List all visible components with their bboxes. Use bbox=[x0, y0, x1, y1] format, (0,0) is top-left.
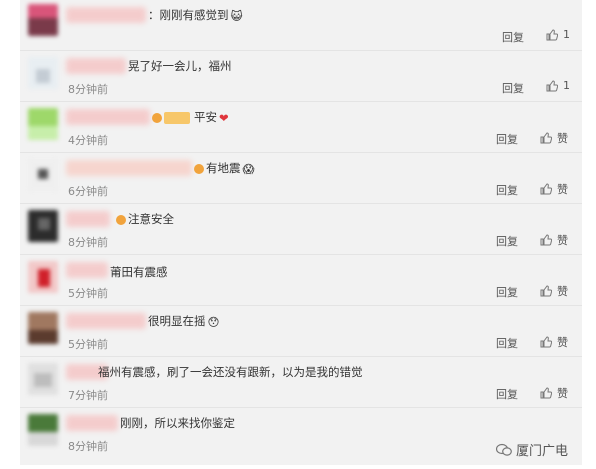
username-blurred[interactable] bbox=[66, 313, 146, 329]
reply-button[interactable]: 回复 bbox=[496, 335, 518, 351]
comment-time: 6分钟前 bbox=[68, 185, 108, 198]
comment-time: 7分钟前 bbox=[68, 389, 108, 402]
like-count: 赞 bbox=[557, 387, 568, 400]
comment-text: 刚刚，所以来找你鉴定 bbox=[120, 414, 235, 432]
comment-text: 很明显在摇 😯 bbox=[148, 312, 220, 331]
like-button[interactable]: 赞 bbox=[540, 130, 568, 146]
comment-time: 5分钟前 bbox=[68, 287, 108, 300]
like-button[interactable]: 1 bbox=[546, 79, 570, 92]
username-blurred[interactable] bbox=[66, 211, 110, 227]
like-count: 赞 bbox=[557, 183, 568, 196]
reply-button[interactable]: 回复 bbox=[502, 29, 524, 45]
level-badge bbox=[164, 111, 190, 124]
avatar[interactable] bbox=[28, 363, 58, 395]
comment-text: 有地震 😱 bbox=[194, 159, 255, 178]
reply-button[interactable]: 回复 bbox=[496, 233, 518, 249]
reply-button[interactable]: 回复 bbox=[496, 386, 518, 402]
comment-body: 福州有震感，刷了一会还没有跟新，以为是我的错觉 bbox=[98, 365, 363, 379]
crown-icon bbox=[194, 163, 204, 174]
like-count: 1 bbox=[563, 28, 570, 41]
like-count: 赞 bbox=[557, 132, 568, 145]
thumbs-up-icon bbox=[540, 336, 552, 348]
comment-body: 刚刚，所以来找你鉴定 bbox=[120, 416, 235, 430]
reply-button[interactable]: 回复 bbox=[496, 284, 518, 300]
wechat-icon bbox=[495, 443, 512, 456]
comment-body: 晃了好一会儿，福州 bbox=[128, 59, 232, 73]
watermark-text: 厦门广电 bbox=[515, 444, 568, 459]
comment-time: 8分钟前 bbox=[68, 83, 108, 96]
crown-icon bbox=[116, 214, 126, 225]
comment-row: 晃了好一会儿，福州 8分钟前 回复 1 bbox=[20, 51, 582, 102]
comment-text: ：刚刚有感觉到 😺 bbox=[148, 6, 243, 25]
comment-list: ：刚刚有感觉到 😺 回复 1 晃了好一会儿，福州 8分钟前 回复 1 平安 ❤ … bbox=[20, 0, 582, 465]
avatar[interactable] bbox=[28, 159, 58, 191]
like-button[interactable]: 赞 bbox=[540, 283, 568, 299]
comment-time: 4分钟前 bbox=[68, 134, 108, 147]
like-button[interactable]: 赞 bbox=[540, 385, 568, 401]
comment-body: 注意安全 bbox=[128, 212, 174, 226]
username-blurred[interactable] bbox=[66, 109, 150, 125]
comment-row: 福州有震感，刷了一会还没有跟新，以为是我的错觉 7分钟前 回复 赞 bbox=[20, 357, 582, 408]
comment-row: ：刚刚有感觉到 😺 回复 1 bbox=[20, 0, 582, 51]
reply-button[interactable]: 回复 bbox=[496, 182, 518, 198]
avatar[interactable] bbox=[28, 261, 58, 293]
heart-emoji-icon: ❤ bbox=[219, 110, 229, 125]
avatar[interactable] bbox=[28, 210, 58, 242]
like-count: 1 bbox=[563, 79, 570, 92]
comment-text: 福州有震感，刷了一会还没有跟新，以为是我的错觉 bbox=[98, 363, 363, 381]
like-button[interactable]: 赞 bbox=[540, 334, 568, 350]
surprised-emoji-icon: 😯 bbox=[207, 314, 220, 329]
username-blurred[interactable] bbox=[66, 7, 146, 23]
comment-body: 平安 bbox=[194, 110, 217, 124]
username-blurred[interactable] bbox=[66, 58, 126, 74]
watermark: 厦门广电 bbox=[495, 440, 568, 459]
avatar[interactable] bbox=[28, 57, 58, 89]
comment-row: 注意安全 8分钟前 回复 赞 bbox=[20, 204, 582, 255]
username-blurred[interactable] bbox=[66, 160, 192, 176]
comment-text: 莆田有震感 bbox=[110, 263, 168, 281]
like-button[interactable]: 赞 bbox=[540, 232, 568, 248]
comment-time: 5分钟前 bbox=[68, 338, 108, 351]
comment-body: 莆田有震感 bbox=[110, 265, 168, 279]
thumbs-up-icon bbox=[540, 132, 552, 144]
like-button[interactable]: 1 bbox=[546, 28, 570, 41]
like-count: 赞 bbox=[557, 336, 568, 349]
avatar[interactable] bbox=[28, 312, 58, 344]
thumbs-up-icon bbox=[540, 285, 552, 297]
reply-button[interactable]: 回复 bbox=[496, 131, 518, 147]
comment-row: 很明显在摇 😯 5分钟前 回复 赞 bbox=[20, 306, 582, 357]
username-blurred[interactable] bbox=[66, 262, 108, 278]
comment-body: 很明显在摇 bbox=[148, 314, 206, 328]
thumbs-up-icon bbox=[546, 79, 558, 91]
comment-body: 有地震 bbox=[206, 161, 241, 175]
thumbs-up-icon bbox=[546, 28, 558, 40]
comment-text: 平安 ❤ bbox=[152, 108, 229, 127]
comment-row: 莆田有震感 5分钟前 回复 赞 bbox=[20, 255, 582, 306]
comment-time: 8分钟前 bbox=[68, 440, 108, 453]
comment-text: 注意安全 bbox=[116, 210, 174, 228]
scream-emoji-icon: 😱 bbox=[242, 161, 255, 176]
crown-icon bbox=[152, 112, 162, 123]
like-count: 赞 bbox=[557, 234, 568, 247]
thumbs-up-icon bbox=[540, 234, 552, 246]
like-count: 赞 bbox=[557, 285, 568, 298]
thumbs-up-icon bbox=[540, 183, 552, 195]
avatar[interactable] bbox=[28, 414, 58, 446]
reply-button[interactable]: 回复 bbox=[502, 80, 524, 96]
username-blurred[interactable] bbox=[66, 415, 118, 431]
comment-row: 有地震 😱 6分钟前 回复 赞 bbox=[20, 153, 582, 204]
comment-body: ：刚刚有感觉到 bbox=[148, 8, 229, 22]
comment-time: 8分钟前 bbox=[68, 236, 108, 249]
thumbs-up-icon bbox=[540, 387, 552, 399]
avatar[interactable] bbox=[28, 108, 58, 140]
cat-emoji-icon: 😺 bbox=[230, 8, 243, 23]
avatar[interactable] bbox=[28, 4, 58, 36]
like-button[interactable]: 赞 bbox=[540, 181, 568, 197]
comment-row: 平安 ❤ 4分钟前 回复 赞 bbox=[20, 102, 582, 153]
comment-text: 晃了好一会儿，福州 bbox=[128, 57, 232, 75]
